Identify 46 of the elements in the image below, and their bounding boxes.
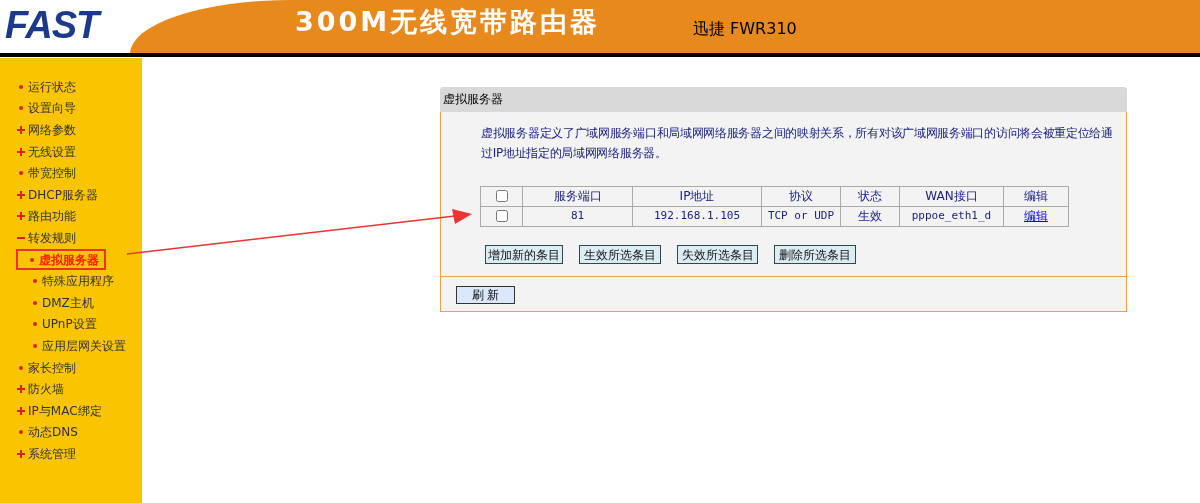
nav-item[interactable]: DHCP服务器 <box>28 188 98 201</box>
nav-item[interactable]: DMZ主机 <box>42 296 94 309</box>
nav-item[interactable]: 应用层网关设置 <box>42 339 126 352</box>
action-button[interactable]: 增加新的条目 <box>485 245 563 264</box>
product-title: 300M无线宽带路由器 <box>295 8 601 35</box>
nav-item[interactable]: 带宽控制 <box>28 167 76 180</box>
plus-icon <box>17 212 25 221</box>
table-cell: 81 <box>570 209 585 223</box>
nav-item[interactable]: 动态DNS <box>28 426 78 439</box>
column-header: WAN接口 <box>925 189 978 204</box>
nav-item[interactable]: 运行状态 <box>28 80 76 93</box>
plus-icon <box>17 406 25 415</box>
refresh-button[interactable]: 刷 新 <box>456 286 515 304</box>
nav-item[interactable]: 转发规则 <box>28 231 76 244</box>
action-button[interactable]: 删除所选条目 <box>774 245 856 264</box>
nav-item[interactable]: 网络参数 <box>28 124 76 136</box>
model-label: 迅捷 FWR310 <box>693 21 797 37</box>
nav-item[interactable]: 设置向导 <box>28 102 76 115</box>
nav-item[interactable]: 特殊应用程序 <box>42 275 114 288</box>
checkbox[interactable] <box>495 190 508 203</box>
checkbox[interactable] <box>495 210 508 223</box>
action-button[interactable]: 生效所选条目 <box>579 245 661 264</box>
plus-icon <box>17 190 25 199</box>
nav-item[interactable]: 路由功能 <box>28 210 76 223</box>
table-cell: pppoe_eth1_d <box>911 209 992 223</box>
column-header: 服务端口 <box>553 189 602 204</box>
nav-item[interactable]: 无线设置 <box>28 145 76 158</box>
action-button[interactable]: 失效所选条目 <box>677 245 758 264</box>
plus-icon <box>17 147 25 156</box>
plus-icon <box>17 385 25 394</box>
nav-item[interactable]: 家长控制 <box>28 361 76 374</box>
table-cell: TCP or UDP <box>767 209 835 223</box>
table-cell: 192.168.1.105 <box>653 209 741 223</box>
table-cell: 生效 <box>858 209 882 224</box>
nav-item[interactable]: 系统管理 <box>28 447 76 460</box>
panel-title: 虚拟服务器 <box>440 87 1127 112</box>
plus-icon <box>17 126 25 134</box>
column-header: IP地址 <box>679 189 715 204</box>
nav-item[interactable]: 防火墙 <box>28 383 64 396</box>
plus-icon <box>17 449 25 458</box>
description-text: 虚拟服务器定义了广域网服务端口和局域网网络服务器之间的映射关系，所有对该广域网服务端口的访问将会被重定位给通过IP地址指定的局域网网络服务器。 <box>480 125 1114 162</box>
column-header: 状态 <box>858 189 882 204</box>
column-header: 协议 <box>789 189 813 204</box>
column-header: 编辑 <box>1024 189 1048 204</box>
nav-item[interactable]: UPnP设置 <box>42 318 97 331</box>
nav-item[interactable]: IP与MAC绑定 <box>28 404 102 417</box>
